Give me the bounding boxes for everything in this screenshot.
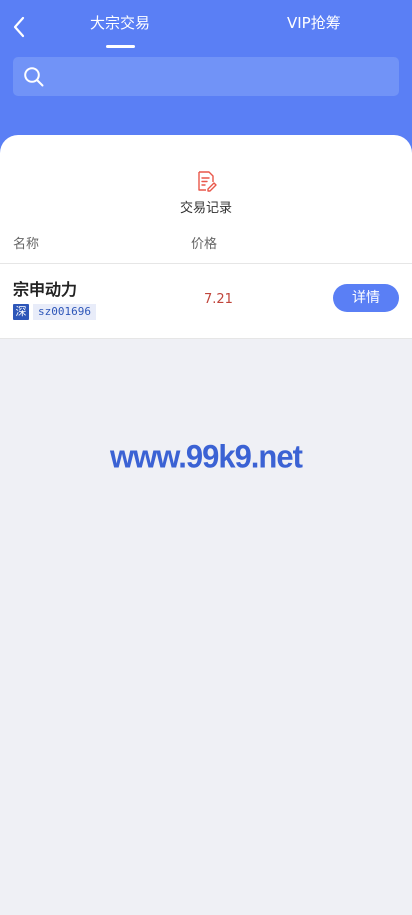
search-box[interactable] [13,57,399,96]
back-button[interactable] [6,14,32,40]
search-input[interactable] [45,57,399,96]
detail-button[interactable]: 详情 [333,284,399,312]
active-tab-indicator [106,45,135,48]
trade-records-label: 交易记录 [179,201,232,216]
tab-block-trade[interactable]: 大宗交易 [90,13,150,33]
row-divider [0,338,412,339]
market-badge: 深 [13,304,29,320]
stock-price: 7.21 [204,292,233,307]
trade-records-link[interactable]: 交易记录 [150,168,262,222]
stock-code-badge: sz001696 [33,304,96,320]
stock-name: 宗申动力 [13,280,78,299]
edit-document-icon [198,171,217,192]
tab-vip-grab[interactable]: VIP抢筹 [287,13,341,33]
header-divider [0,263,412,264]
column-header-price: 价格 [191,237,218,252]
column-header-name: 名称 [13,237,40,252]
chevron-left-icon [13,16,25,38]
search-icon [23,66,45,88]
watermark-text: www.99k9.net [110,438,303,475]
